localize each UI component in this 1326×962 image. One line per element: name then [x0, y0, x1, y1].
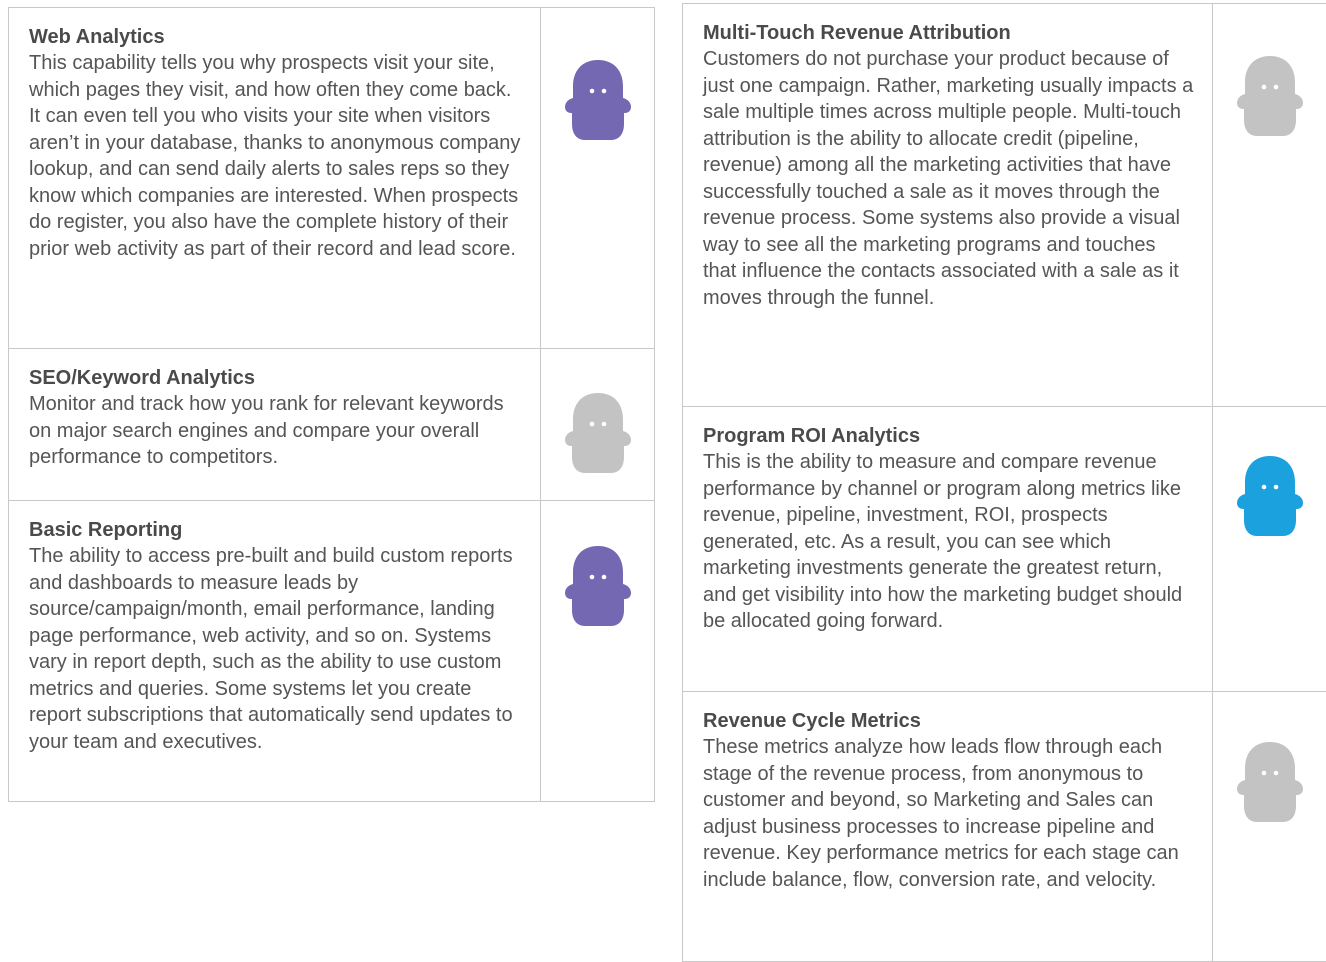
- feature-description: Customers do not purchase your product b…: [703, 46, 1194, 311]
- feature-row: Web Analytics This capability tells you …: [9, 8, 655, 349]
- feature-icon-cell: [1213, 4, 1326, 407]
- feature-description: This capability tells you why prospects …: [29, 50, 522, 262]
- feature-text-cell: Revenue Cycle Metrics These metrics anal…: [683, 692, 1213, 962]
- ghost-icon: [563, 58, 633, 142]
- feature-title: Basic Reporting: [29, 517, 522, 543]
- ghost-icon: [563, 544, 633, 628]
- feature-icon-cell: [541, 501, 655, 802]
- feature-description: These metrics analyze how leads flow thr…: [703, 734, 1194, 893]
- ghost-icon: [1235, 740, 1305, 824]
- feature-icon-cell: [1213, 407, 1326, 692]
- feature-row: SEO/Keyword Analytics Monitor and track …: [9, 349, 655, 501]
- feature-text-cell: Program ROI Analytics This is the abilit…: [683, 407, 1213, 692]
- feature-title: Multi-Touch Revenue Attribution: [703, 20, 1194, 46]
- ghost-icon: [563, 391, 633, 475]
- feature-title: SEO/Keyword Analytics: [29, 365, 522, 391]
- left-column: Web Analytics This capability tells you …: [8, 7, 655, 802]
- feature-title: Program ROI Analytics: [703, 423, 1194, 449]
- feature-description: The ability to access pre-built and buil…: [29, 543, 522, 755]
- feature-description: This is the ability to measure and compa…: [703, 449, 1194, 635]
- feature-icon-cell: [1213, 692, 1326, 962]
- feature-table-left: Web Analytics This capability tells you …: [8, 7, 655, 802]
- feature-text-cell: Web Analytics This capability tells you …: [9, 8, 541, 349]
- feature-text-cell: Multi-Touch Revenue Attribution Customer…: [683, 4, 1213, 407]
- feature-icon-cell: [541, 349, 655, 501]
- feature-table-right: Multi-Touch Revenue Attribution Customer…: [682, 3, 1326, 962]
- feature-title: Revenue Cycle Metrics: [703, 708, 1194, 734]
- ghost-icon: [1235, 54, 1305, 138]
- feature-row: Program ROI Analytics This is the abilit…: [683, 407, 1326, 692]
- ghost-icon: [1235, 454, 1305, 538]
- feature-row: Basic Reporting The ability to access pr…: [9, 501, 655, 802]
- feature-icon-cell: [541, 8, 655, 349]
- feature-title: Web Analytics: [29, 24, 522, 50]
- feature-description: Monitor and track how you rank for relev…: [29, 391, 522, 471]
- feature-row: Revenue Cycle Metrics These metrics anal…: [683, 692, 1326, 962]
- feature-row: Multi-Touch Revenue Attribution Customer…: [683, 4, 1326, 407]
- feature-text-cell: Basic Reporting The ability to access pr…: [9, 501, 541, 802]
- feature-text-cell: SEO/Keyword Analytics Monitor and track …: [9, 349, 541, 501]
- right-column: Multi-Touch Revenue Attribution Customer…: [682, 3, 1326, 962]
